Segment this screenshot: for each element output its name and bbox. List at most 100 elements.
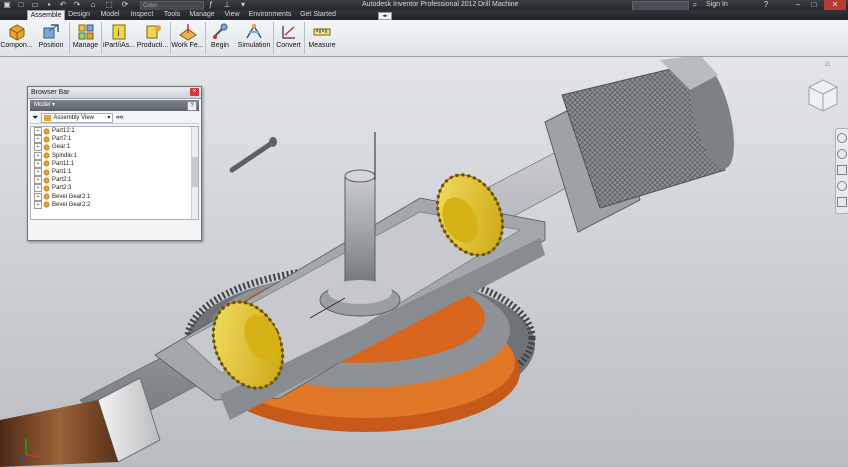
loose-pin[interactable] <box>229 137 277 173</box>
look-at-icon[interactable] <box>837 197 847 207</box>
steering-wheel-icon[interactable] <box>837 133 847 143</box>
document-title: Drill Machine <box>478 1 519 8</box>
measure-icon <box>313 28 331 36</box>
simulation-button[interactable]: Simulation <box>236 20 272 56</box>
expand-icon[interactable]: + <box>34 184 42 193</box>
expand-icon[interactable]: + <box>34 200 42 209</box>
part-icon <box>43 152 50 159</box>
filter-icon[interactable]: ⏷ <box>32 113 38 123</box>
expand-icon[interactable]: + <box>34 159 42 168</box>
tab-manage[interactable]: Manage <box>188 10 216 20</box>
tree-node[interactable]: + Part2:3 <box>31 184 198 193</box>
part-icon <box>43 127 50 135</box>
tab-environments[interactable]: Environments <box>247 10 293 20</box>
ribbon-separator <box>69 22 70 54</box>
expand-icon[interactable]: + <box>34 151 42 160</box>
browser-panel-header[interactable]: Browser Bar × <box>28 87 201 99</box>
component-button[interactable]: Compon... <box>0 20 33 56</box>
redo-icon[interactable]: ↷ <box>72 0 82 10</box>
tree-node-label: Part1:1 <box>52 168 72 175</box>
navigation-bar[interactable] <box>835 128 848 214</box>
tab-get-started[interactable]: Get Started <box>298 10 338 20</box>
help-icon[interactable]: ? <box>760 0 772 10</box>
app-menu-icon[interactable]: ▣ <box>2 0 12 10</box>
tree-node[interactable]: + Spindle:1 <box>31 151 198 160</box>
pan-icon[interactable] <box>837 149 847 159</box>
expand-icon[interactable]: + <box>34 192 42 201</box>
home-view-icon[interactable]: ⌂ <box>825 59 830 68</box>
work-features-label: Work Fe... <box>171 42 204 49</box>
part-icon <box>43 176 50 184</box>
sign-in-link[interactable]: Sign In <box>706 0 728 10</box>
tree-node[interactable]: + Bevel Gear2:1 <box>31 192 198 201</box>
tree-node-label: Part12:1 <box>52 128 75 134</box>
convert-button[interactable]: Convert <box>274 20 303 56</box>
chuck[interactable] <box>544 57 743 233</box>
model-dropdown[interactable]: Model ▾ ? <box>30 100 199 111</box>
undo-icon[interactable]: ↶ <box>58 0 68 10</box>
chevron-down-icon: ▾ <box>50 102 56 108</box>
home-icon[interactable]: ⌂ <box>88 0 98 10</box>
productivity-button[interactable]: Producti... <box>136 20 169 56</box>
save-icon[interactable]: ▪ <box>44 0 54 10</box>
browser-close-button[interactable]: × <box>190 88 199 96</box>
new-icon[interactable]: □ <box>16 0 26 10</box>
tree-scrollbar[interactable] <box>191 127 198 219</box>
tree-node-label: Part2:1 <box>52 177 72 184</box>
expand-icon[interactable]: + <box>34 127 42 136</box>
scrollbar-thumb[interactable] <box>192 157 198 187</box>
tree-node[interactable]: + Part7:1 <box>31 135 198 144</box>
expand-icon[interactable]: + <box>34 143 42 152</box>
assembly-view-select[interactable]: Assembly View ▾ <box>41 112 114 123</box>
part-icon <box>43 193 50 200</box>
browser-panel[interactable]: Browser Bar × Model ▾ ? ⏷ Assembly View … <box>27 86 202 241</box>
position-button[interactable]: Position <box>35 20 67 56</box>
part-icon <box>43 185 50 192</box>
manage-button[interactable]: Manage <box>71 20 100 56</box>
customize-icon[interactable]: ▾ <box>238 0 248 10</box>
tree-node[interactable]: + Part12:1 <box>31 127 198 136</box>
tree-node[interactable]: + Part2:1 <box>31 176 198 185</box>
tree-node-label: Gear:1 <box>52 144 71 151</box>
tab-design[interactable]: Design <box>66 10 92 20</box>
close-button[interactable]: ✕ <box>824 0 846 10</box>
tree-node[interactable]: + Gear:1 <box>31 143 198 152</box>
ribbon-minimize-button[interactable]: ◂▸ <box>378 12 392 20</box>
begin-button[interactable]: Begin <box>207 20 233 56</box>
tab-inspect[interactable]: Inspect <box>128 10 156 20</box>
measure-button[interactable]: Measure <box>306 20 338 56</box>
tab-view[interactable]: View <box>222 10 242 20</box>
expand-icon[interactable]: + <box>34 135 42 144</box>
maximize-button[interactable]: □ <box>808 0 820 10</box>
browser-tree[interactable]: + Part12:1 + Part7:1 + Gear:1 + Spindle:1 + Part1… <box>30 126 199 220</box>
tree-node[interactable]: + Part11:1 <box>31 159 198 168</box>
measure-quick-icon[interactable]: ⊥ <box>222 0 232 10</box>
select-icon[interactable]: ⬚ <box>104 0 114 10</box>
update-icon[interactable]: ⟳ <box>120 0 130 10</box>
zoom-icon[interactable] <box>837 165 847 175</box>
open-icon[interactable]: ▭ <box>30 0 40 10</box>
browser-panel-title: Browser Bar <box>31 89 70 96</box>
expand-icon[interactable]: + <box>34 176 42 185</box>
part-icon <box>43 135 50 143</box>
minimize-button[interactable]: – <box>792 0 804 10</box>
ribbon-separator <box>101 22 102 54</box>
tree-node-label: Part2:3 <box>52 185 72 192</box>
tab-model[interactable]: Model <box>97 10 123 20</box>
viewcube-icon[interactable] <box>806 78 840 114</box>
tree-node[interactable]: + Part1:1 <box>31 168 198 177</box>
part-icon <box>43 160 50 168</box>
search-icon[interactable]: ⌕ <box>690 0 700 10</box>
work-features-button[interactable]: Work Fe... <box>171 20 204 56</box>
part-icon <box>43 201 50 209</box>
tree-node[interactable]: + Bevel Gear2:2 <box>31 200 198 209</box>
ipart-button[interactable]: i iPart/iAs... <box>103 20 135 56</box>
fx-icon[interactable]: ƒ <box>206 0 216 10</box>
productivity-icon <box>146 25 161 39</box>
orbit-icon[interactable] <box>837 181 847 191</box>
ipart-label: iPart/iAs... <box>103 42 135 49</box>
help-icon[interactable]: ? <box>187 101 197 111</box>
binoculars-icon[interactable]: ⚯ <box>116 113 123 122</box>
tab-tools[interactable]: Tools <box>160 10 184 20</box>
expand-icon[interactable]: + <box>34 168 42 177</box>
